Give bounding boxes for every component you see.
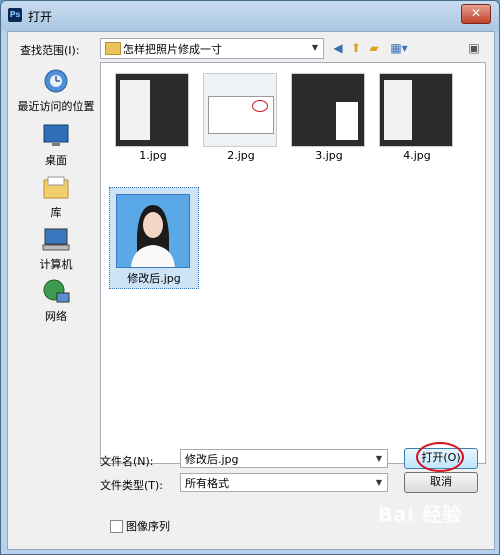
image-sequence-label: 图像序列 <box>126 520 170 533</box>
photoshop-app-icon: Ps <box>8 8 22 22</box>
file-name: 修改后.jpg <box>127 272 181 285</box>
chevron-down-icon[interactable]: ▼ <box>373 477 385 489</box>
sidebar-item-library[interactable]: 库 <box>16 174 96 220</box>
folder-icon <box>105 42 121 55</box>
view-menu-icon[interactable]: ▦▾ <box>386 40 412 56</box>
title-bar: Ps 打开 ✕ <box>1 1 499 29</box>
sidebar-item-computer[interactable]: 计算机 <box>16 226 96 272</box>
filetype-value: 所有格式 <box>185 477 229 490</box>
chevron-down-icon[interactable]: ▼ <box>309 42 321 54</box>
sidebar-item-label: 库 <box>50 206 62 219</box>
file-list[interactable]: 1.jpg 2.jpg 3.jpg 4.jpg 修改后.jpg <box>100 62 486 464</box>
look-in-label: 查找范围(I): <box>20 44 80 57</box>
current-folder-name: 怎样把照片修成一寸 <box>123 43 222 56</box>
sidebar-item-desktop[interactable]: 桌面 <box>16 122 96 168</box>
file-item-4[interactable]: 4.jpg <box>373 67 461 169</box>
chevron-down-icon[interactable]: ▼ <box>373 453 385 465</box>
filename-value: 修改后.jpg <box>185 453 239 466</box>
baidu-watermark: Bai 经验 <box>378 504 463 526</box>
sidebar-item-label: 计算机 <box>39 258 73 271</box>
close-button[interactable]: ✕ <box>461 4 491 24</box>
new-folder-icon[interactable]: ▰ <box>366 40 382 56</box>
filename-input[interactable]: 修改后.jpg ▼ <box>180 449 388 468</box>
look-in-combo[interactable]: 怎样把照片修成一寸 ▼ <box>100 38 324 59</box>
library-icon <box>41 174 71 202</box>
recent-places-icon <box>41 68 71 96</box>
open-dialog: Ps 打开 ✕ 查找范围(I): 怎样把照片修成一寸 ▼ ◀ ⬆ ▰ ▦▾ ▣ … <box>0 0 500 555</box>
back-icon[interactable]: ◀ <box>330 40 346 56</box>
file-thumbnail <box>203 73 277 147</box>
preview-icon[interactable]: ▣ <box>466 40 482 56</box>
file-thumbnail <box>379 73 453 147</box>
filename-label: 文件名(N): <box>100 455 154 468</box>
sidebar-item-label: 桌面 <box>45 154 67 167</box>
cancel-button[interactable]: 取消 <box>404 472 478 493</box>
computer-icon <box>41 226 71 254</box>
file-item-3[interactable]: 3.jpg <box>285 67 373 169</box>
file-name: 3.jpg <box>315 149 343 162</box>
annotation-circle <box>416 442 464 472</box>
dialog-title: 打开 <box>28 10 53 24</box>
file-item-5-selected[interactable]: 修改后.jpg <box>109 187 199 289</box>
file-name: 2.jpg <box>227 149 255 162</box>
filetype-select[interactable]: 所有格式 ▼ <box>180 473 388 492</box>
places-bar: 最近访问的位置 桌面 库 计算机 网络 <box>16 62 96 462</box>
sidebar-item-recent[interactable]: 最近访问的位置 <box>16 68 96 114</box>
sidebar-item-label: 最近访问的位置 <box>17 100 95 113</box>
file-thumbnail <box>116 194 190 268</box>
sidebar-item-label: 网络 <box>45 310 67 323</box>
file-name: 4.jpg <box>403 149 431 162</box>
filetype-label: 文件类型(T): <box>100 479 164 492</box>
file-thumbnail <box>291 73 365 147</box>
up-folder-icon[interactable]: ⬆ <box>348 40 364 56</box>
file-name: 1.jpg <box>139 149 167 162</box>
desktop-icon <box>41 122 71 150</box>
file-thumbnail <box>115 73 189 147</box>
dialog-body: 查找范围(I): 怎样把照片修成一寸 ▼ ◀ ⬆ ▰ ▦▾ ▣ 最近访问的位置 … <box>7 31 495 550</box>
file-item-1[interactable]: 1.jpg <box>109 67 197 169</box>
network-icon <box>41 278 71 306</box>
sidebar-item-network[interactable]: 网络 <box>16 278 96 324</box>
image-sequence-checkbox[interactable] <box>110 520 123 533</box>
file-item-2[interactable]: 2.jpg <box>197 67 285 169</box>
